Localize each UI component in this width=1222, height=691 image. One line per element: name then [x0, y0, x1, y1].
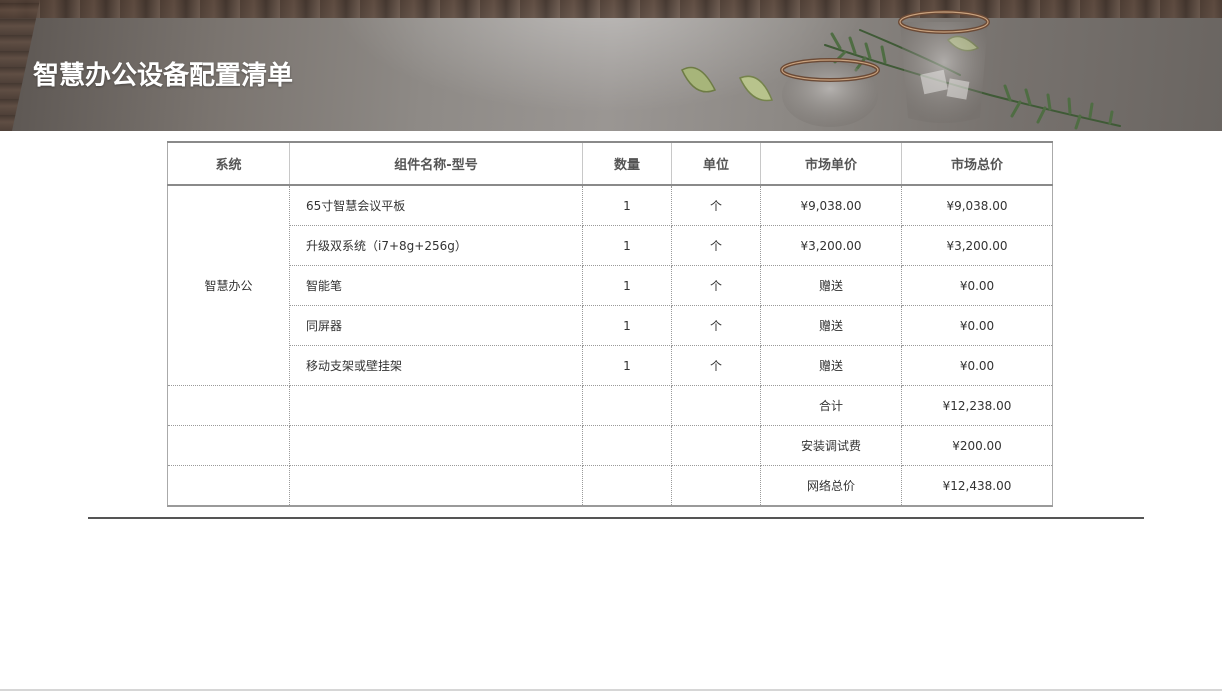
- table-row: 智慧办公 65寸智慧会议平板 1 个 ¥9,038.00 ¥9,038.00: [167, 184, 1053, 386]
- quantity-cell: 1: [582, 184, 672, 226]
- empty-cell: [671, 465, 761, 507]
- summary-row: 网络总价 ¥12,438.00: [167, 465, 1053, 507]
- summary-value-cell: ¥200.00: [901, 425, 1053, 466]
- header-banner: 智慧办公设备配置清单: [0, 0, 1222, 131]
- total-price-cell: ¥9,038.00: [901, 184, 1053, 226]
- quantity-cell: 1: [582, 265, 672, 306]
- table-row: 智能笔 1 个 赠送 ¥0.00: [168, 265, 1053, 306]
- quantity-cell: 1: [582, 225, 672, 266]
- quantity-cell: 1: [582, 345, 672, 386]
- unit-cell: 个: [671, 225, 761, 266]
- slide: 智慧办公设备配置清单 系统 组件名称-型号 数量 单位 市场单价 市场总价 智慧…: [0, 0, 1222, 691]
- unit-cell: 个: [671, 265, 761, 306]
- unit-price-cell: ¥9,038.00: [760, 184, 902, 226]
- component-name-cell: 移动支架或壁挂架: [289, 345, 583, 386]
- total-price-cell: ¥0.00: [901, 345, 1053, 386]
- header-total-price: 市场总价: [901, 141, 1053, 186]
- header-quantity: 数量: [582, 141, 672, 186]
- empty-cell: [167, 425, 290, 466]
- summary-label-cell: 网络总价: [760, 465, 902, 507]
- header-system: 系统: [167, 141, 290, 186]
- unit-cell: 个: [671, 184, 761, 226]
- summary-value-cell: ¥12,438.00: [901, 465, 1053, 507]
- quantity-cell: 1: [582, 305, 672, 346]
- table-row: 同屏器 1 个 赠送 ¥0.00: [168, 305, 1053, 346]
- horizontal-divider: [88, 517, 1144, 519]
- empty-cell: [582, 425, 672, 466]
- system-group-cell: 智慧办公: [167, 184, 290, 386]
- config-table: 系统 组件名称-型号 数量 单位 市场单价 市场总价 智慧办公 65寸智慧会议平…: [167, 141, 1053, 507]
- empty-cell: [582, 385, 672, 426]
- summary-row: 安装调试费 ¥200.00: [167, 425, 1053, 466]
- empty-cell: [289, 385, 583, 426]
- table-header-row: 系统 组件名称-型号 数量 单位 市场单价 市场总价: [167, 141, 1053, 186]
- page-title: 智慧办公设备配置清单: [33, 61, 294, 91]
- unit-cell: 个: [671, 305, 761, 346]
- component-name-cell: 智能笔: [289, 265, 583, 306]
- empty-cell: [167, 465, 290, 507]
- component-name-cell: 65寸智慧会议平板: [289, 184, 583, 226]
- unit-price-cell: 赠送: [760, 345, 902, 386]
- empty-cell: [671, 425, 761, 466]
- unit-cell: 个: [671, 345, 761, 386]
- total-price-cell: ¥0.00: [901, 265, 1053, 306]
- table-row: 升级双系统（i7+8g+256g） 1 个 ¥3,200.00 ¥3,200.0…: [168, 225, 1053, 266]
- summary-value-cell: ¥12,238.00: [901, 385, 1053, 426]
- empty-cell: [167, 385, 290, 426]
- header-unit-price: 市场单价: [760, 141, 902, 186]
- summary-row: 合计 ¥12,238.00: [167, 385, 1053, 426]
- component-name-cell: 同屏器: [289, 305, 583, 346]
- total-price-cell: ¥3,200.00: [901, 225, 1053, 266]
- header-unit: 单位: [671, 141, 761, 186]
- component-name-cell: 升级双系统（i7+8g+256g）: [289, 225, 583, 266]
- total-price-cell: ¥0.00: [901, 305, 1053, 346]
- empty-cell: [289, 465, 583, 507]
- unit-price-cell: 赠送: [760, 265, 902, 306]
- header-component: 组件名称-型号: [289, 141, 583, 186]
- unit-price-cell: ¥3,200.00: [760, 225, 902, 266]
- config-table-container: 系统 组件名称-型号 数量 单位 市场单价 市场总价 智慧办公 65寸智慧会议平…: [167, 141, 1053, 507]
- summary-label-cell: 合计: [760, 385, 902, 426]
- empty-cell: [671, 385, 761, 426]
- summary-label-cell: 安装调试费: [760, 425, 902, 466]
- table-row: 移动支架或壁挂架 1 个 赠送 ¥0.00: [168, 345, 1053, 386]
- empty-cell: [289, 425, 583, 466]
- empty-cell: [582, 465, 672, 507]
- unit-price-cell: 赠送: [760, 305, 902, 346]
- glasses-lime-rosemary-image: [681, 10, 1121, 130]
